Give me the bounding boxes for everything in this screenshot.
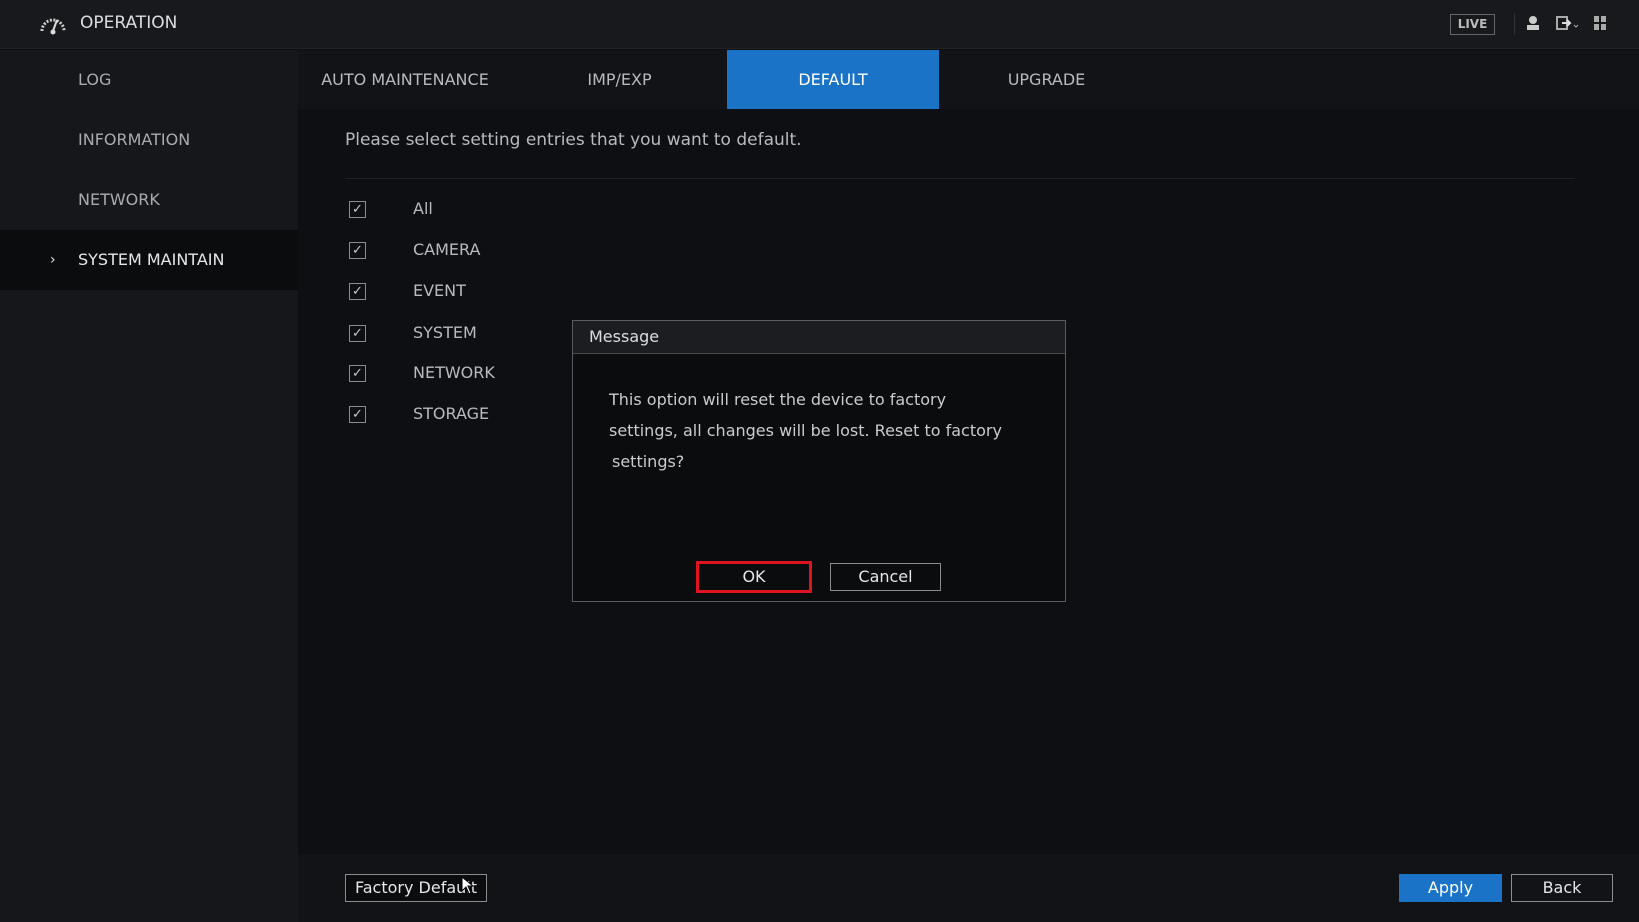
checkbox-label: STORAGE bbox=[413, 404, 490, 423]
chevron-right-icon: › bbox=[50, 252, 56, 268]
sidebar-item-log[interactable]: LOG bbox=[0, 50, 298, 110]
checkbox-label: CAMERA bbox=[413, 240, 481, 259]
checkbox-label: All bbox=[413, 199, 433, 218]
message-dialog: Message This option will reset the devic… bbox=[572, 320, 1066, 602]
checkbox-label: SYSTEM bbox=[413, 323, 477, 342]
checkbox-network[interactable]: ✓ bbox=[349, 365, 366, 382]
tab-auto-maintenance[interactable]: AUTO MAINTENANCE bbox=[298, 50, 512, 109]
divider bbox=[345, 178, 1575, 179]
header-bar: OPERATION LIVE bbox=[0, 0, 1639, 49]
message-line: settings, all changes will be lost. Rese… bbox=[609, 421, 1002, 440]
checkbox-event[interactable]: ✓ bbox=[349, 283, 366, 300]
divider bbox=[1514, 13, 1515, 35]
sidebar-item-network[interactable]: NETWORK bbox=[0, 170, 298, 230]
tab-default[interactable]: DEFAULT bbox=[727, 50, 939, 109]
sidebar-item-system-maintain[interactable]: › SYSTEM MAINTAIN bbox=[0, 230, 298, 290]
ok-button[interactable]: OK bbox=[696, 561, 812, 593]
checkbox-system[interactable]: ✓ bbox=[349, 325, 366, 342]
sidebar: LOG INFORMATION NETWORK › SYSTEM MAINTAI… bbox=[0, 50, 298, 922]
sidebar-item-label: SYSTEM MAINTAIN bbox=[78, 250, 225, 269]
grid-menu-icon[interactable] bbox=[1593, 15, 1607, 31]
live-button[interactable]: LIVE bbox=[1450, 14, 1495, 35]
checkbox-all[interactable]: ✓ bbox=[349, 201, 366, 218]
instruction-text: Please select setting entries that you w… bbox=[345, 130, 802, 150]
message-line: settings? bbox=[612, 452, 685, 471]
gauge-icon bbox=[40, 18, 66, 35]
cancel-button[interactable]: Cancel bbox=[830, 563, 941, 591]
user-icon[interactable] bbox=[1526, 15, 1540, 31]
tab-upgrade[interactable]: UPGRADE bbox=[939, 50, 1154, 109]
back-button[interactable]: Back bbox=[1511, 874, 1613, 902]
message-line: This option will reset the device to fac… bbox=[609, 390, 947, 409]
logout-icon[interactable] bbox=[1556, 15, 1580, 31]
checkbox-storage[interactable]: ✓ bbox=[349, 406, 366, 423]
sidebar-item-information[interactable]: INFORMATION bbox=[0, 110, 298, 170]
dialog-title: Message bbox=[573, 321, 1065, 354]
apply-button[interactable]: Apply bbox=[1399, 874, 1502, 902]
tab-imp-exp[interactable]: IMP/EXP bbox=[512, 50, 727, 109]
checkbox-camera[interactable]: ✓ bbox=[349, 242, 366, 259]
mouse-cursor-icon bbox=[461, 876, 475, 895]
page-title: OPERATION bbox=[80, 13, 178, 33]
dialog-message: This option will reset the device to fac… bbox=[609, 384, 1002, 477]
checkbox-label: NETWORK bbox=[413, 363, 495, 382]
checkbox-label: EVENT bbox=[413, 281, 466, 300]
